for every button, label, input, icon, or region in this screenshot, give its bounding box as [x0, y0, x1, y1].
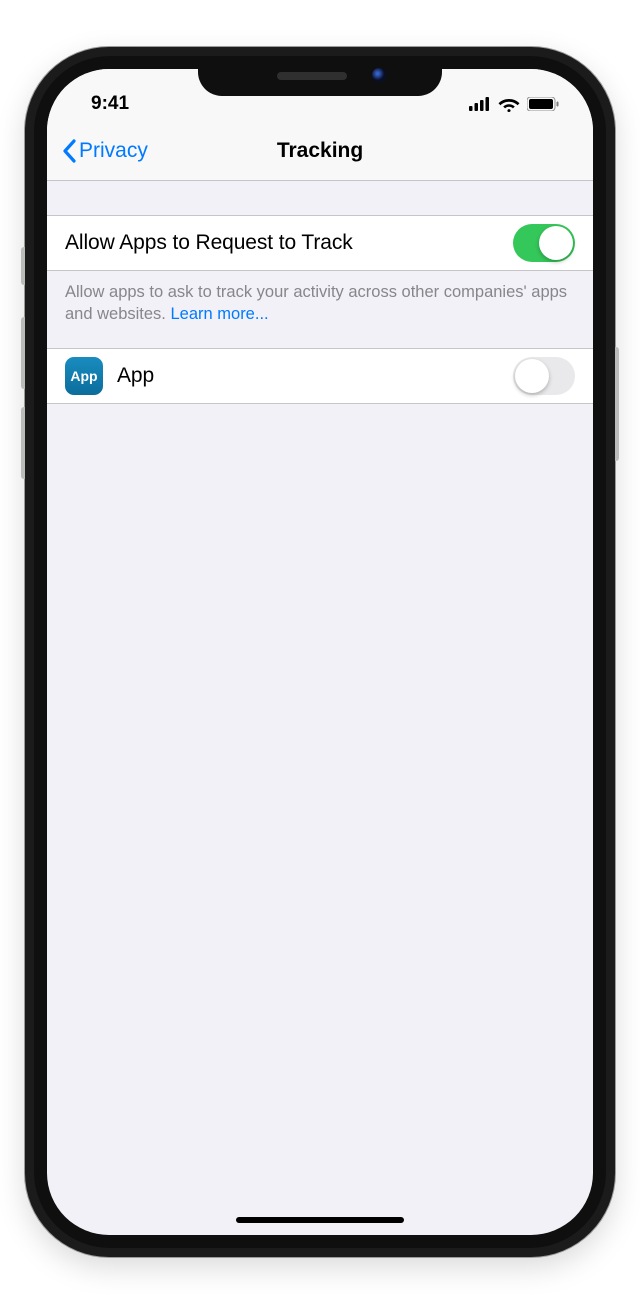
phone-frame: 9:41 Privacy Tracking Allow Apps to Requ…: [25, 47, 615, 1257]
navigation-bar: Privacy Tracking: [47, 125, 593, 181]
chevron-left-icon: [61, 139, 77, 163]
app-tracking-toggle[interactable]: [513, 357, 575, 395]
app-icon: App: [65, 357, 103, 395]
screen: 9:41 Privacy Tracking Allow Apps to Requ…: [47, 69, 593, 1235]
volume-down-button: [21, 407, 25, 479]
camera-icon: [372, 68, 386, 82]
app-icon-text: App: [70, 368, 97, 384]
learn-more-link[interactable]: Learn more...: [170, 305, 268, 323]
allow-tracking-label: Allow Apps to Request to Track: [65, 231, 353, 255]
back-button[interactable]: Privacy: [61, 139, 148, 163]
power-button: [615, 347, 619, 461]
wifi-icon: [498, 97, 520, 112]
home-indicator[interactable]: [236, 1217, 404, 1223]
battery-icon: [527, 97, 559, 111]
app-tracking-row[interactable]: App App: [47, 348, 593, 404]
footnote-text: Allow apps to ask to track your activity…: [65, 283, 567, 323]
cellular-icon: [469, 97, 491, 111]
notch: [198, 56, 442, 96]
allow-tracking-row[interactable]: Allow Apps to Request to Track: [47, 215, 593, 271]
content: Allow Apps to Request to Track Allow app…: [47, 181, 593, 404]
allow-tracking-toggle[interactable]: [513, 224, 575, 262]
back-label: Privacy: [79, 139, 148, 163]
silence-switch: [21, 247, 25, 285]
volume-up-button: [21, 317, 25, 389]
speaker-grill: [277, 72, 347, 80]
tracking-footnote: Allow apps to ask to track your activity…: [47, 271, 593, 348]
app-name-label: App: [117, 364, 154, 388]
status-time: 9:41: [91, 93, 129, 115]
